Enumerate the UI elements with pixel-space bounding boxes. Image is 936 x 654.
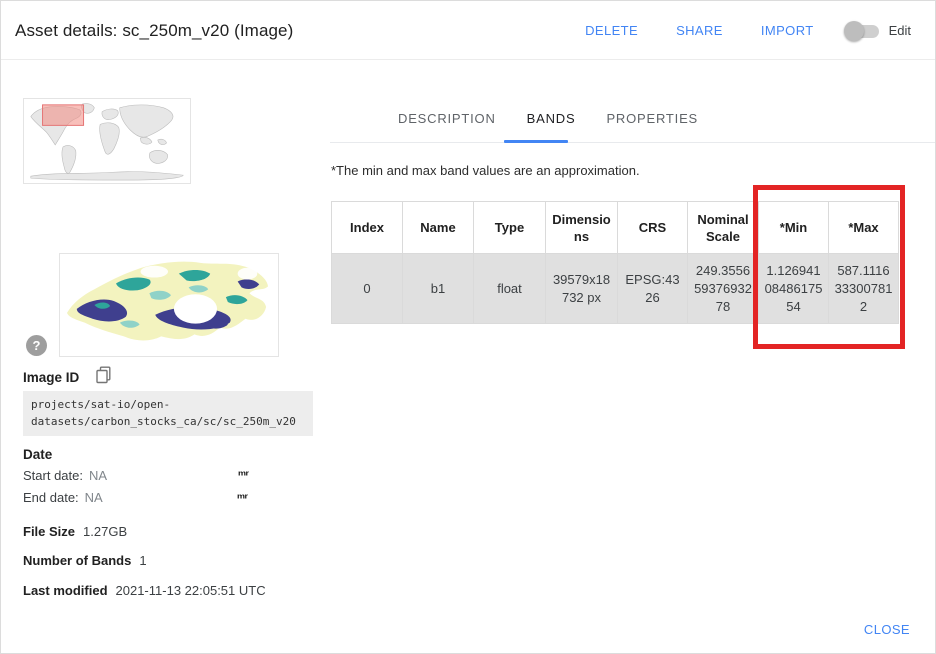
header-actions: DELETE SHARE IMPORT Edit: [583, 1, 911, 60]
col-header-max: *Max: [829, 202, 899, 254]
help-icon[interactable]: ?: [26, 335, 47, 356]
copy-icon: [96, 366, 112, 384]
band-preview-image: [59, 253, 279, 357]
canada-raster-preview-icon: [60, 254, 278, 356]
cell-type: float: [474, 254, 546, 324]
col-header-nominal-scale: Nominal Scale: [688, 202, 759, 254]
cell-dimensions: 39579x18732 px: [546, 254, 618, 324]
start-date-picker-icon[interactable]: mr: [238, 469, 249, 478]
tab-properties[interactable]: PROPERTIES: [604, 105, 700, 142]
image-id-value: projects/sat-io/open-datasets/carbon_sto…: [23, 391, 313, 436]
file-size-row: File Size 1.27GB: [23, 524, 127, 539]
file-size-value: 1.27GB: [83, 524, 127, 539]
col-header-dimensions: Dimensions: [546, 202, 618, 254]
start-date-row: Start date: NA: [23, 468, 107, 483]
delete-button[interactable]: DELETE: [583, 19, 640, 42]
num-bands-label: Number of Bands: [23, 553, 131, 568]
col-header-index: Index: [332, 202, 403, 254]
col-header-name: Name: [403, 202, 474, 254]
end-date-row: End date: NA: [23, 490, 103, 505]
share-button[interactable]: SHARE: [674, 19, 725, 42]
cell-min: 1.1269410848617554: [759, 254, 829, 324]
active-tab-underline: [504, 140, 568, 143]
table-header-row: Index Name Type Dimensions CRS Nominal S…: [332, 202, 899, 254]
toggle-knob-icon: [844, 21, 864, 41]
edit-toggle[interactable]: [844, 21, 880, 41]
col-header-min: *Min: [759, 202, 829, 254]
cell-crs: EPSG:4326: [618, 254, 688, 324]
import-button[interactable]: IMPORT: [759, 19, 816, 42]
close-button[interactable]: CLOSE: [862, 618, 912, 641]
start-date-value: NA: [89, 468, 107, 483]
edit-toggle-group: Edit: [844, 21, 911, 41]
date-section-label: Date: [23, 447, 52, 462]
last-modified-row: Last modified 2021-11-13 22:05:51 UTC: [23, 583, 266, 598]
col-header-type: Type: [474, 202, 546, 254]
approximation-note: *The min and max band values are an appr…: [331, 163, 640, 178]
num-bands-row: Number of Bands 1: [23, 553, 147, 568]
cell-max: 587.1116333007812: [829, 254, 899, 324]
end-date-label: End date:: [23, 490, 79, 505]
dialog-header: Asset details: sc_250m_v20 (Image) DELET…: [1, 1, 935, 60]
last-modified-label: Last modified: [23, 583, 108, 598]
table-row: 0 b1 float 39579x18732 px EPSG:4326 249.…: [332, 254, 899, 324]
footprint-world-map: [23, 98, 191, 184]
tab-divider: [330, 142, 935, 143]
end-date-picker-icon[interactable]: mr: [237, 492, 248, 501]
cell-index: 0: [332, 254, 403, 324]
start-date-label: Start date:: [23, 468, 83, 483]
page-title: Asset details: sc_250m_v20 (Image): [15, 21, 293, 41]
asset-details-dialog: Asset details: sc_250m_v20 (Image) DELET…: [0, 0, 936, 654]
end-date-value: NA: [85, 490, 103, 505]
copy-image-id-button[interactable]: [94, 366, 114, 386]
cell-name: b1: [403, 254, 474, 324]
last-modified-value: 2021-11-13 22:05:51 UTC: [116, 583, 266, 598]
cell-nominal-scale: 249.35565937693278: [688, 254, 759, 324]
tab-bar: DESCRIPTION BANDS PROPERTIES: [396, 105, 700, 142]
asset-footprint-highlight: [43, 105, 84, 126]
tab-description[interactable]: DESCRIPTION: [396, 105, 498, 142]
edit-toggle-label: Edit: [889, 23, 911, 38]
col-header-crs: CRS: [618, 202, 688, 254]
file-size-label: File Size: [23, 524, 75, 539]
bands-table: Index Name Type Dimensions CRS Nominal S…: [331, 201, 899, 324]
tab-bands[interactable]: BANDS: [525, 105, 578, 142]
image-id-label: Image ID: [23, 370, 79, 385]
world-map-icon: [24, 99, 190, 183]
num-bands-value: 1: [139, 553, 146, 568]
